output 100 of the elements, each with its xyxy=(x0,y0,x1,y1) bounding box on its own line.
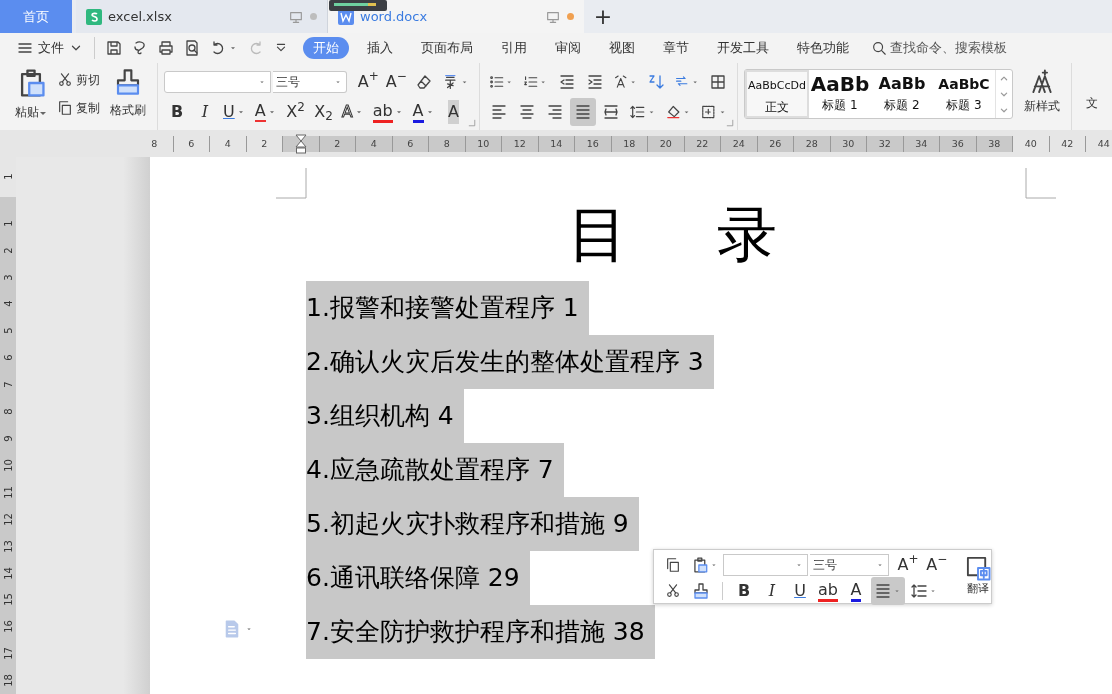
shade-button[interactable]: A xyxy=(440,98,467,126)
align-justify-button[interactable] xyxy=(871,577,905,605)
ruler-number: 4 xyxy=(370,136,377,151)
preview-icon xyxy=(183,39,201,57)
highlight-button[interactable]: ab xyxy=(369,98,408,126)
save-icon xyxy=(105,39,123,57)
line-spacing-icon xyxy=(629,103,646,121)
ruler-number: 20 xyxy=(659,136,672,151)
copy-icon xyxy=(665,557,681,573)
copy-button[interactable]: 复制 xyxy=(54,95,103,121)
printer-icon xyxy=(157,39,175,57)
indent-marker-icon[interactable] xyxy=(294,133,307,154)
level-meter-drawing xyxy=(329,0,387,11)
document-title: 目 录 xyxy=(568,199,779,271)
align-right-icon xyxy=(546,103,564,121)
ruler-number: 7 xyxy=(1,381,15,388)
text-tools-label[interactable]: 文 xyxy=(1086,93,1098,112)
paint-bucket-icon xyxy=(664,103,682,121)
text-direction-icon xyxy=(612,73,628,91)
ribbon-tab[interactable]: 审阅 xyxy=(545,36,591,60)
ruler-number: 34 xyxy=(915,136,928,151)
spreadsheet-icon xyxy=(86,8,102,25)
highlight-button[interactable]: ab xyxy=(815,577,841,605)
bold-button[interactable]: B xyxy=(164,98,190,126)
ruler-number: 36 xyxy=(951,136,964,151)
ruler-number: 6 xyxy=(407,136,414,151)
italic-button[interactable]: I xyxy=(759,577,785,605)
underline-button[interactable]: U xyxy=(220,98,250,126)
ruler-number: 6 xyxy=(1,354,15,361)
ruler-number: 11 xyxy=(1,485,15,499)
underline-button[interactable]: U xyxy=(787,577,813,605)
toc-entry: 3.组织机构 4 xyxy=(306,389,464,443)
command-search[interactable]: 查找命令、搜索模板 xyxy=(867,36,1011,60)
italic-button[interactable]: I xyxy=(192,98,218,126)
new-tab-button[interactable]: + xyxy=(586,0,620,33)
style-option[interactable]: AaBbC 标题 3 xyxy=(933,70,995,118)
ruler-number: 8 xyxy=(443,136,450,151)
ribbon-tab[interactable]: 引用 xyxy=(491,36,537,60)
ruler-number: 42 xyxy=(1061,136,1074,151)
paste-button[interactable]: 粘贴 xyxy=(12,67,50,130)
cut-button[interactable]: 剪切 xyxy=(54,67,103,93)
border-icon xyxy=(700,103,717,121)
strike-button[interactable]: A xyxy=(251,98,281,126)
color-button[interactable]: A xyxy=(843,577,869,605)
table-icon xyxy=(709,73,727,91)
ruler-number: 15 xyxy=(1,593,15,607)
ruler-number: 24 xyxy=(732,136,745,151)
document-tab[interactable]: excel.xlsx xyxy=(76,0,328,33)
ribbon-tab[interactable]: 章节 xyxy=(653,36,699,60)
ribbon-tab[interactable]: 特色功能 xyxy=(787,36,859,60)
font-size-field[interactable]: 三号 xyxy=(272,71,348,93)
ruler-number: 16 xyxy=(586,136,599,151)
scissors-icon xyxy=(57,72,73,88)
style-option[interactable]: AaBbCcDd 正文 xyxy=(745,70,809,118)
font-name-field[interactable] xyxy=(723,554,809,576)
document-tab[interactable]: word.docx xyxy=(328,0,584,33)
search-icon xyxy=(871,40,887,56)
align-center-icon xyxy=(518,103,536,121)
format-painter-button[interactable]: 格式刷 xyxy=(107,67,149,130)
dialog-launcher-icon xyxy=(725,118,735,128)
ruler-number: 5 xyxy=(1,327,15,335)
grow-font-button[interactable]: A$^{+}$ xyxy=(894,551,922,579)
translate-button[interactable]: 翻译 xyxy=(962,552,994,601)
pinyin-icon xyxy=(442,73,459,91)
ruler-number: 4 xyxy=(224,136,231,151)
scissors-icon xyxy=(665,583,681,599)
align-justify-button[interactable] xyxy=(570,98,596,126)
font-name-field[interactable] xyxy=(164,71,271,93)
bold-button[interactable]: B xyxy=(731,577,757,605)
ruler-number: 44 xyxy=(1097,136,1110,151)
shrink-font-button[interactable]: A$^{−}$ xyxy=(383,68,410,96)
color-button[interactable]: A xyxy=(409,98,439,126)
ribbon-tab[interactable]: 页面布局 xyxy=(411,36,483,60)
ribbon-tab[interactable]: 插入 xyxy=(357,36,403,60)
shrink-font-button[interactable]: A$^{−}$ xyxy=(923,551,950,579)
ruler-number: 12 xyxy=(1,512,15,526)
new-style-button[interactable]: 新样式 xyxy=(1021,69,1063,130)
new-style-icon xyxy=(1029,69,1055,95)
ruler-number: 3 xyxy=(1,273,15,281)
sub-button[interactable]: X$_{2}$ xyxy=(310,98,337,126)
copy-icon xyxy=(57,100,73,116)
dialog-launcher-icon xyxy=(467,118,477,128)
font-size-field[interactable]: 三号 xyxy=(810,554,889,576)
toc-entry: 4.应急疏散处置程序 7 xyxy=(306,443,564,497)
ribbon-tab[interactable]: 视图 xyxy=(599,36,645,60)
sup-button[interactable]: X$^{2}$ xyxy=(282,98,309,126)
file-menu[interactable]: 文件 xyxy=(12,36,88,60)
ribbon-tab[interactable]: 开发工具 xyxy=(707,36,779,60)
ruler-number: 32 xyxy=(878,136,891,151)
ruler-number: 13 xyxy=(1,539,15,553)
ruler-number: 14 xyxy=(1,566,15,580)
style-option[interactable]: AaBb 标题 1 xyxy=(809,70,871,118)
ruler-number: 26 xyxy=(769,136,782,151)
ruler-number: 22 xyxy=(696,136,709,151)
toc-entry: 7.安全防护救护程序和措施 38 xyxy=(306,605,655,659)
align-justify-icon xyxy=(574,103,592,121)
ruler-number: 6 xyxy=(188,136,195,151)
toc-entry: 6.通讯联络保障 29 xyxy=(306,551,530,605)
grow-font-button[interactable]: A$^{+}$ xyxy=(355,68,382,96)
style-option[interactable]: AaBb 标题 2 xyxy=(871,70,933,118)
